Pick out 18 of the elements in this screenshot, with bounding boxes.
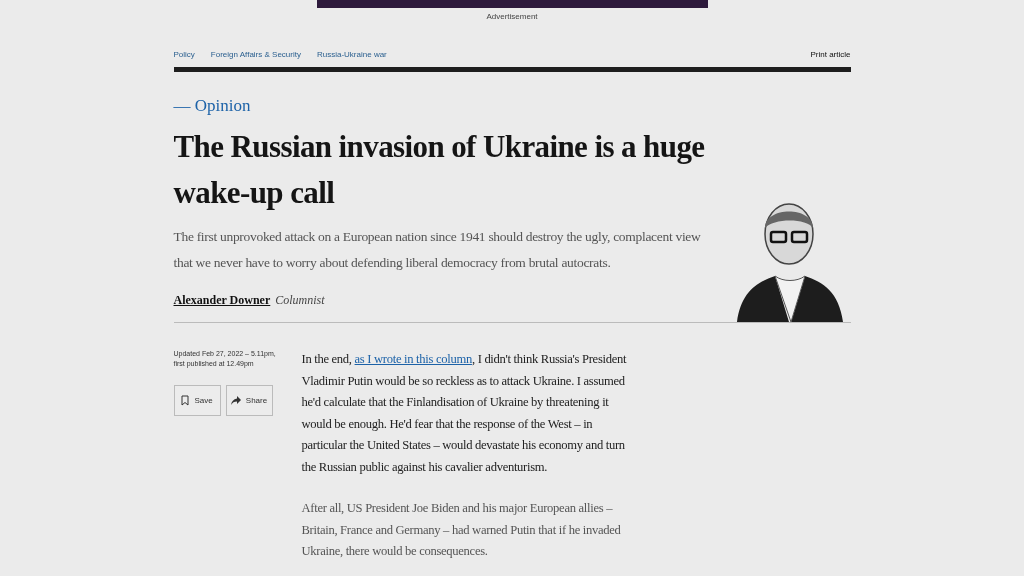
- advertisement-label: Advertisement: [486, 12, 538, 21]
- advertisement-banner[interactable]: [316, 0, 708, 8]
- breadcrumb-link[interactable]: Russia-Ukraine war: [316, 50, 387, 59]
- author-role: Columnist: [275, 293, 325, 308]
- share-arrow-icon: [230, 396, 241, 405]
- headline: The Russian invasion of Ukraine is a huge wake-up call: [173, 128, 706, 212]
- standfirst: The first unprovoked attack on a European nation since 1941 should destroy the ugly, complacent view that we never have to worry about defending liberal democracy from brutal autocrats.: [173, 228, 702, 272]
- body-paragraph: After all, US President Joe Biden and his major European allies – Britain, France and Germany – had warned Putin that if he invaded Ukraine, there would be consequences.: [301, 500, 622, 560]
- body-paragraph: In the end, as I wrote in this column, I didn't think Russia's President Vladimir Putin would be so reckless as to attack Ukraine. I assumed he'd calculate that the Finlandisation of Ukraine by threatening it would be enough. He'd fear that the response of the West – in particular the United States – would devastate his economy and turn the Russian public against his cavalier adventurism.: [301, 351, 628, 476]
- print-article-link[interactable]: Print article: [810, 50, 851, 59]
- section-label[interactable]: — Opinion: [173, 96, 735, 116]
- column-link[interactable]: as I wrote in this column: [354, 352, 472, 366]
- breadcrumb-link[interactable]: Foreign Affairs & Security: [210, 50, 301, 59]
- save-button[interactable]: Save: [173, 385, 221, 416]
- breadcrumb-link[interactable]: Policy: [173, 50, 195, 59]
- share-button[interactable]: Share: [225, 385, 273, 416]
- author-link[interactable]: Alexander Downer: [173, 293, 271, 308]
- bookmark-icon: [181, 395, 190, 406]
